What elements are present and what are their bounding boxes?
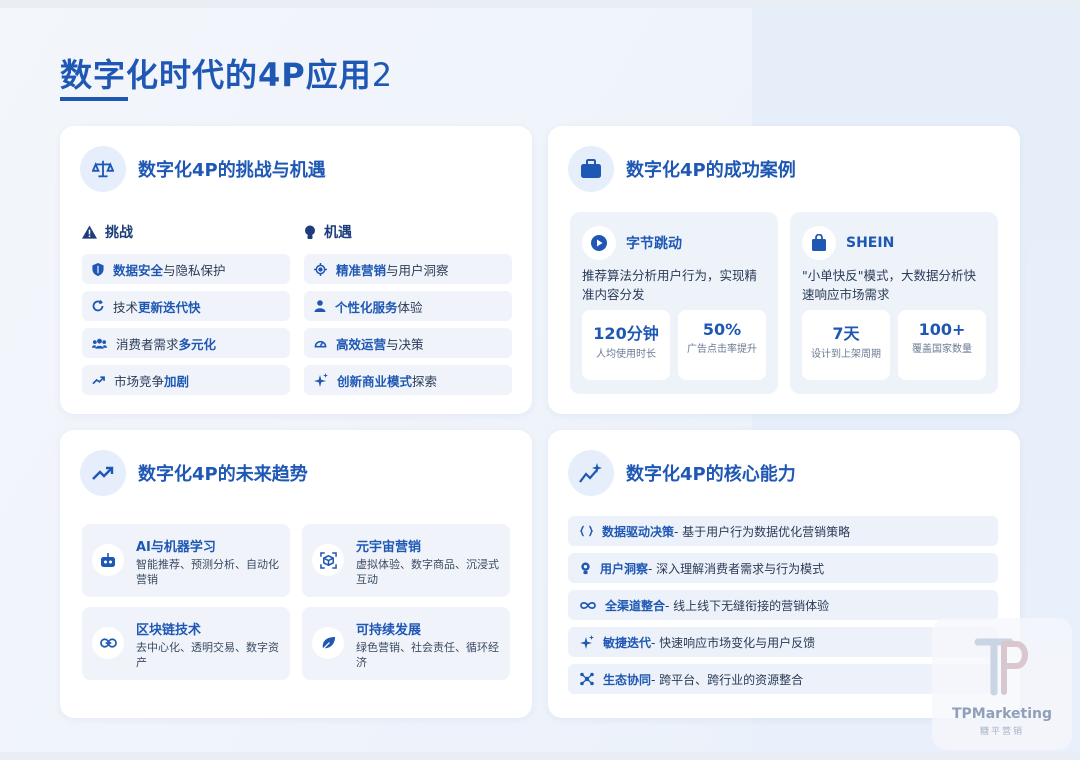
trend-item: 区块链技术 去中心化、透明交易、数字资产 [82, 607, 290, 680]
sparkle-icon [580, 635, 594, 649]
robot-icon [92, 544, 124, 576]
trend-item: 元宇宙营销 虚拟体验、数字商品、沉浸式互动 [302, 524, 510, 597]
braces-icon [580, 525, 593, 537]
page-title: 数字化时代的4P应用2 [60, 56, 394, 94]
challenge-item: 消费者需求 多元化 [82, 328, 290, 358]
network-icon [580, 672, 594, 686]
trend-name: 区块链技术 [136, 623, 202, 638]
stat-label: 人均使用时长 [596, 349, 656, 360]
case-box: SHEIN "小单快反"模式，大数据分析快速响应市场需求 7天 设计到上架周期 … [790, 212, 998, 394]
case-box: 字节跳动 推荐算法分析用户行为，实现精准内容分发 120分钟 人均使用时长 50… [570, 212, 778, 394]
case-name: 字节跳动 [626, 236, 682, 252]
stat-box: 50% 广告点击率提升 [678, 310, 766, 380]
bulb-icon [581, 561, 590, 574]
stat-value: 120分钟 [593, 324, 659, 343]
card-title: 数字化4P的挑战与机遇 [138, 160, 326, 181]
user-icon [314, 300, 326, 312]
leaf-icon [312, 627, 344, 659]
infinity-icon [580, 601, 596, 609]
scale-icon [80, 146, 126, 192]
trend-item: AI与机器学习 智能推荐、预测分析、自动化营销 [82, 524, 290, 597]
stat-label: 覆盖国家数量 [912, 344, 972, 355]
trend-description: 虚拟体验、数字商品、沉浸式互动 [356, 558, 499, 586]
trend-item: 可持续发展 绿色营销、社会责任、循环经济 [302, 607, 510, 680]
gauge-icon [314, 340, 327, 348]
lightbulb-icon [305, 225, 315, 239]
challenges-card: 数字化4P的挑战与机遇 挑战 机遇 数据安全 与隐私保护 技术 更新迭代快 消费者需… [60, 126, 532, 414]
case-description: 推荐算法分析用户行为，实现精准内容分发 [582, 268, 758, 302]
stat-value: 7天 [832, 324, 860, 343]
stat-box: 7天 设计到上架周期 [802, 310, 890, 380]
tp-logo-icon [974, 638, 1028, 696]
capability-item: 数据驱动决策 - 基于用户行为数据优化营销策略 [568, 516, 998, 546]
challenge-item: 技术 更新迭代快 [82, 291, 290, 321]
opportunity-item: 高效运营 与决策 [304, 328, 512, 358]
shield-icon [92, 262, 104, 276]
trends-card: 数字化4P的未来趋势 AI与机器学习 智能推荐、预测分析、自动化营销 元宇宙营销… [60, 430, 532, 718]
briefcase-icon [568, 146, 614, 192]
play-icon [582, 226, 616, 260]
trend-description: 智能推荐、预测分析、自动化营销 [136, 558, 279, 586]
users-icon [92, 338, 107, 349]
stat-box: 100+ 覆盖国家数量 [898, 310, 986, 380]
target-icon [314, 262, 327, 276]
card-title: 数字化4P的核心能力 [626, 464, 796, 485]
trend-name: 可持续发展 [356, 623, 422, 638]
sparkle-icon [314, 373, 328, 387]
trending-up-icon [80, 450, 126, 496]
challenge-item: 数据安全 与隐私保护 [82, 254, 290, 284]
trend-description: 去中心化、透明交易、数字资产 [136, 641, 279, 669]
case-name: SHEIN [846, 235, 895, 251]
trend-description: 绿色营销、社会责任、循环经济 [356, 641, 499, 669]
watermark: TPMarketing 糖平营销 [932, 618, 1072, 750]
opportunities-heading: 机遇 [304, 222, 352, 242]
capability-item: 用户洞察 - 深入理解消费者需求与行为模式 [568, 553, 998, 583]
refresh-icon [92, 300, 104, 312]
stat-value: 100+ [918, 320, 966, 339]
stat-box: 120分钟 人均使用时长 [582, 310, 670, 380]
warning-icon [82, 225, 97, 239]
shopping-bag-icon [802, 226, 836, 260]
link-icon [92, 627, 124, 659]
cases-card: 数字化4P的成功案例 字节跳动 推荐算法分析用户行为，实现精准内容分发 120分… [548, 126, 1020, 414]
opportunity-item: 创新商业模式 探索 [304, 365, 512, 395]
capability-item: 全渠道整合 - 线上线下无缝衔接的营销体验 [568, 590, 998, 620]
watermark-text: TPMarketing [951, 706, 1052, 722]
stat-value: 50% [702, 320, 742, 339]
trend-icon [92, 376, 105, 385]
title-underline [60, 97, 128, 101]
stat-label: 设计到上架周期 [811, 349, 881, 360]
slide: 数字化时代的4P应用2 数字化4P的挑战与机遇 挑战 机遇 数据安全 与隐私保护 … [0, 8, 1080, 752]
case-description: "小单快反"模式，大数据分析快速响应市场需求 [802, 268, 976, 302]
challenge-item: 市场竞争 加剧 [82, 365, 290, 395]
watermark-subtext: 糖平营销 [979, 727, 1024, 737]
sparkle-chart-icon [568, 450, 614, 496]
opportunity-item: 个性化服务 体验 [304, 291, 512, 321]
opportunity-item: 精准营销 与用户洞察 [304, 254, 512, 284]
cube-icon [312, 544, 344, 576]
trend-name: AI与机器学习 [136, 540, 216, 555]
stat-label: 广告点击率提升 [687, 344, 757, 355]
card-title: 数字化4P的未来趋势 [138, 464, 308, 485]
card-title: 数字化4P的成功案例 [626, 160, 796, 181]
challenges-heading: 挑战 [82, 222, 133, 242]
trend-name: 元宇宙营销 [356, 540, 422, 555]
